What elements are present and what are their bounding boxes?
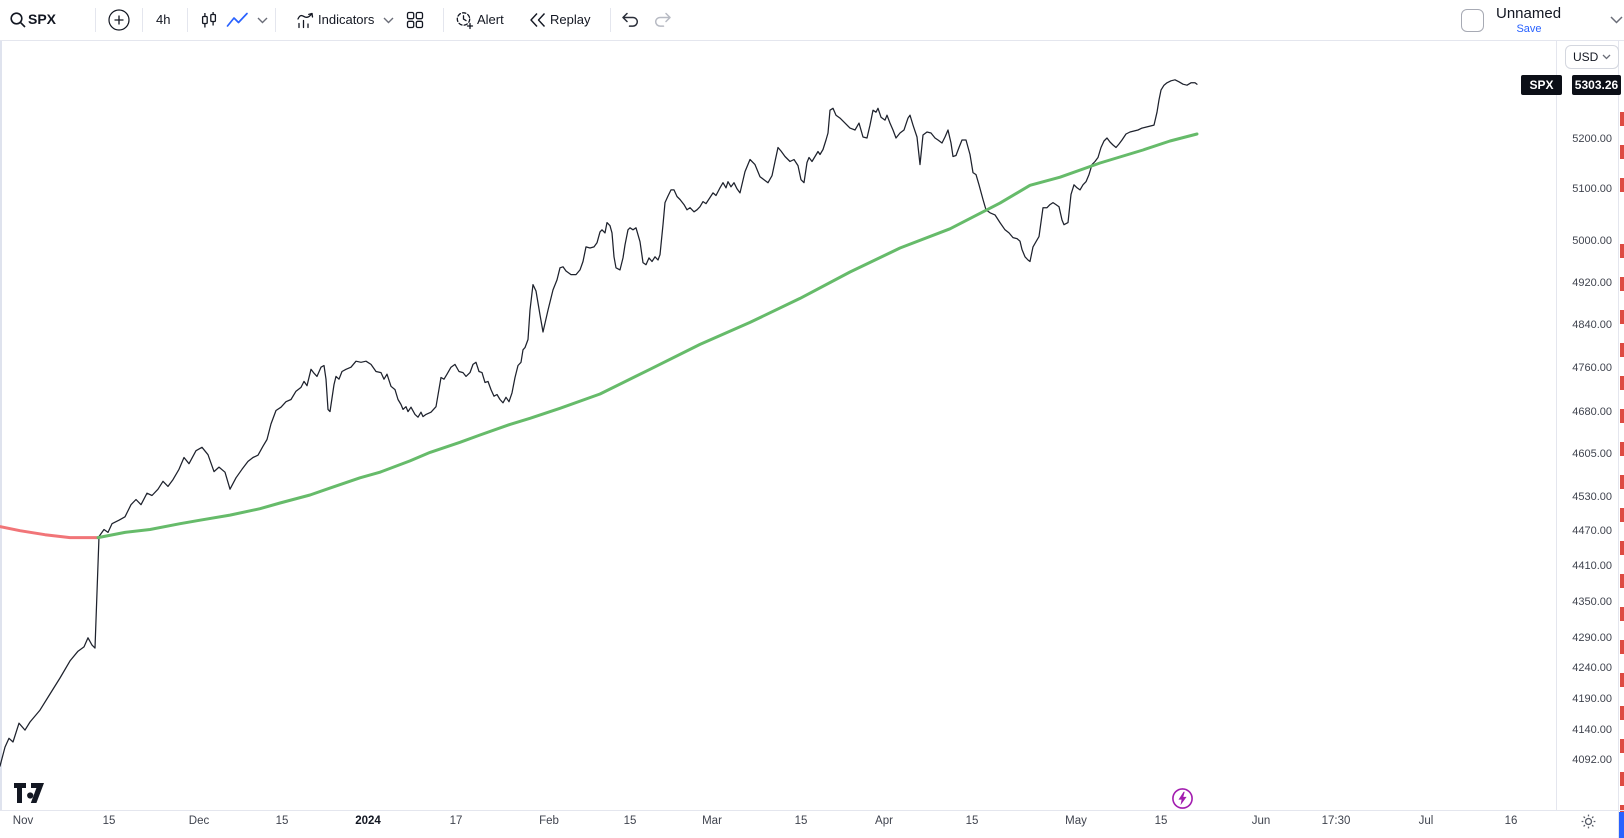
series-ma-declining [0,525,100,540]
price-axis-label: 4092.00 [1572,754,1612,767]
price-axis-label: 4920.00 [1572,276,1612,289]
indicators-icon[interactable] [296,11,315,29]
candles-icon[interactable] [200,11,218,29]
alert-clock-icon[interactable] [454,10,475,31]
currency-label: USD [1573,50,1599,64]
redo-icon[interactable] [652,11,674,30]
compare-add-icon[interactable] [108,9,130,31]
price-axis-label: 4190.00 [1572,692,1612,705]
toolbar-separator [275,8,276,32]
replay-button[interactable]: Replay [550,12,590,27]
price-axis-label: 4760.00 [1572,362,1612,375]
top-toolbar: SPX 4h Indicators Alert Replay Unnamed S… [0,0,1624,41]
symbol-badge: SPX [1521,75,1562,95]
price-axis-label: 5200.00 [1572,133,1612,145]
price-axis-label: 4470.00 [1572,525,1612,538]
toolbar-separator [95,8,96,32]
chevron-down-icon[interactable] [383,17,394,24]
tradingview-chart-window: SPX 4h Indicators Alert Replay Unnamed S… [0,0,1624,838]
line-style-icon[interactable] [226,12,249,28]
currency-selector[interactable]: USD [1565,45,1619,69]
interval-button[interactable]: 4h [156,12,170,27]
layout-name[interactable]: Unnamed [1496,5,1561,22]
price-axis-label: 4605.00 [1572,448,1612,461]
toolbar-separator [187,8,188,32]
price-axis-label: 4680.00 [1572,406,1612,419]
price-axis-label: 4840.00 [1572,319,1612,332]
price-axis[interactable]: 5200.00 5100.00 5000.00 4920.00 4840.00 4760.… [1557,41,1618,810]
series-ma-rising [96,132,1199,540]
chart-canvas[interactable] [0,0,1624,838]
replay-rewind-icon[interactable] [528,12,547,28]
toolbar-separator [610,8,611,32]
toolbar-separator [142,8,143,32]
chevron-down-icon [1602,54,1611,60]
grid-layout-icon[interactable] [406,11,424,29]
save-layout-checkbox[interactable] [1461,9,1484,32]
alert-button[interactable]: Alert [477,12,504,27]
price-axis-label: 4530.00 [1572,490,1612,503]
price-axis-label: 4240.00 [1572,662,1612,675]
price-axis-label: 4410.00 [1572,560,1612,573]
chevron-down-icon[interactable] [257,17,268,24]
price-axis-label: 5100.00 [1572,183,1612,196]
price-axis-label: 5000.00 [1572,234,1612,247]
symbol-search-button[interactable]: SPX [28,11,56,27]
search-icon[interactable] [9,11,27,29]
save-button[interactable]: Save [1496,23,1562,35]
last-price-badge: 5303.26 [1572,75,1621,95]
undo-icon[interactable] [619,11,641,30]
price-axis-label: 4350.00 [1572,595,1612,608]
toolbar-separator [443,8,444,32]
price-axis-label: 4140.00 [1572,724,1612,737]
price-axis-label: 4290.00 [1572,631,1612,644]
indicators-button[interactable]: Indicators [318,12,374,27]
chevron-down-icon[interactable] [1610,16,1623,24]
series-price [0,79,1198,767]
